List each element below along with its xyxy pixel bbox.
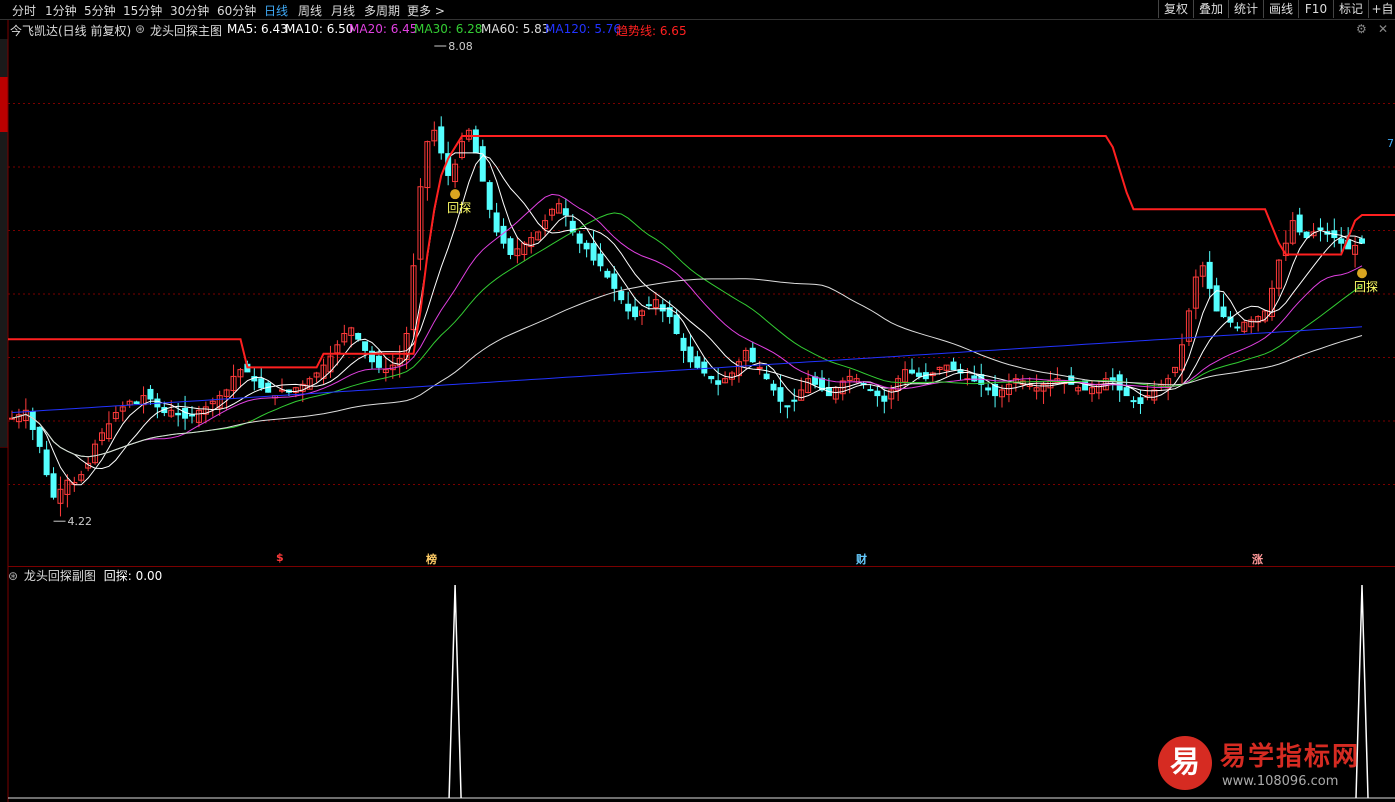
candle-body [583,242,590,250]
candle-body [590,243,597,261]
signal-label: 回探 [447,201,471,215]
subpanel-header: ⊛ 龙头回探副图 回探: 0.00 [8,567,162,584]
signal-moneybag-icon [1357,268,1367,279]
trend-line [8,135,1395,369]
candle-body [1220,306,1227,318]
candle-body [708,375,715,380]
candle-body [784,405,791,408]
candle-body [438,126,445,154]
candle-body [576,233,583,244]
candle-body [770,383,777,391]
candle-body [1137,397,1144,405]
candle-body [625,303,632,312]
candle-body [1234,326,1241,329]
candle-body [258,378,265,389]
candle-body [1213,285,1220,312]
candle-body [43,449,50,476]
candle-body [36,426,43,447]
candle-body [175,412,182,416]
candle-body [479,146,486,182]
candle-body [1338,238,1345,244]
candle-body [881,395,888,402]
candle-body [507,238,514,255]
candle-body [694,356,701,368]
subpanel-gear-icon[interactable]: ⊛ [8,569,18,583]
candle-body [645,304,652,307]
site-watermark: 易 易学指标网 www.108096.com [1158,732,1388,798]
candle-body [777,387,784,402]
candle-body [1082,380,1089,391]
candle-body [486,182,493,210]
watermark-url: www.108096.com [1222,774,1339,789]
candle-body [812,376,819,385]
watermark-logo: 易 [1158,736,1212,790]
candle-body [909,369,915,374]
candle-body [472,129,479,154]
candle-body [763,373,770,380]
candle-body [189,414,195,417]
candle-body [597,253,604,267]
candle-body [950,361,957,371]
candle-body [749,347,756,363]
signal-spike [448,584,462,799]
ma20-line [11,193,1363,458]
candle-body [874,390,881,397]
candle-body [673,314,680,335]
ma30-line [11,212,1363,458]
candle-body [133,401,140,405]
candle-body [971,375,978,382]
watermark-name: 易学指标网 [1220,742,1361,772]
candle-body [375,355,382,368]
candle-body [1130,400,1137,403]
candle-body [680,337,687,351]
marker-limit-up[interactable]: 涨 [1252,551,1263,567]
marker-dividend[interactable]: $ [276,551,284,564]
candle-body [9,417,15,420]
candle-body [867,389,874,392]
kline-chart[interactable]: 8.084.22回探回探 [0,0,1395,802]
candle-body [1123,387,1130,397]
signal-label: 回探 [1354,280,1378,294]
candle-body [915,372,922,377]
candle-body [355,333,362,340]
candle-body [562,208,569,216]
candle-body [1359,238,1365,244]
panel-divider [8,566,1395,567]
high-price-label: 8.08 [448,40,473,53]
subpanel-value: 回探: 0.00 [103,569,163,583]
candle-body [611,273,618,289]
candle-body [687,346,694,363]
candle-body [618,290,625,301]
candle-body [1296,214,1303,233]
signal-moneybag-icon [450,189,461,200]
candle-body [493,212,500,233]
candle-body [632,306,639,318]
marker-rank-list[interactable]: 榜 [426,551,437,567]
candle-body [29,410,36,430]
subpanel-title[interactable]: 龙头回探副图 [24,569,96,583]
ma60-line [11,278,1363,458]
candle-body [715,380,722,385]
candle-body [147,388,154,400]
candle-body [604,270,611,278]
candle-body [791,399,798,402]
candle-body [1206,261,1213,289]
low-price-label: 4.22 [68,515,93,528]
candle-body [985,387,992,391]
candle-body [1317,227,1324,231]
candle-body [50,473,57,498]
marker-finance[interactable]: 财 [856,551,867,567]
ma10-line [11,155,1363,470]
candle-body [362,341,369,351]
candle-body [659,304,666,312]
candle-body [701,361,708,374]
